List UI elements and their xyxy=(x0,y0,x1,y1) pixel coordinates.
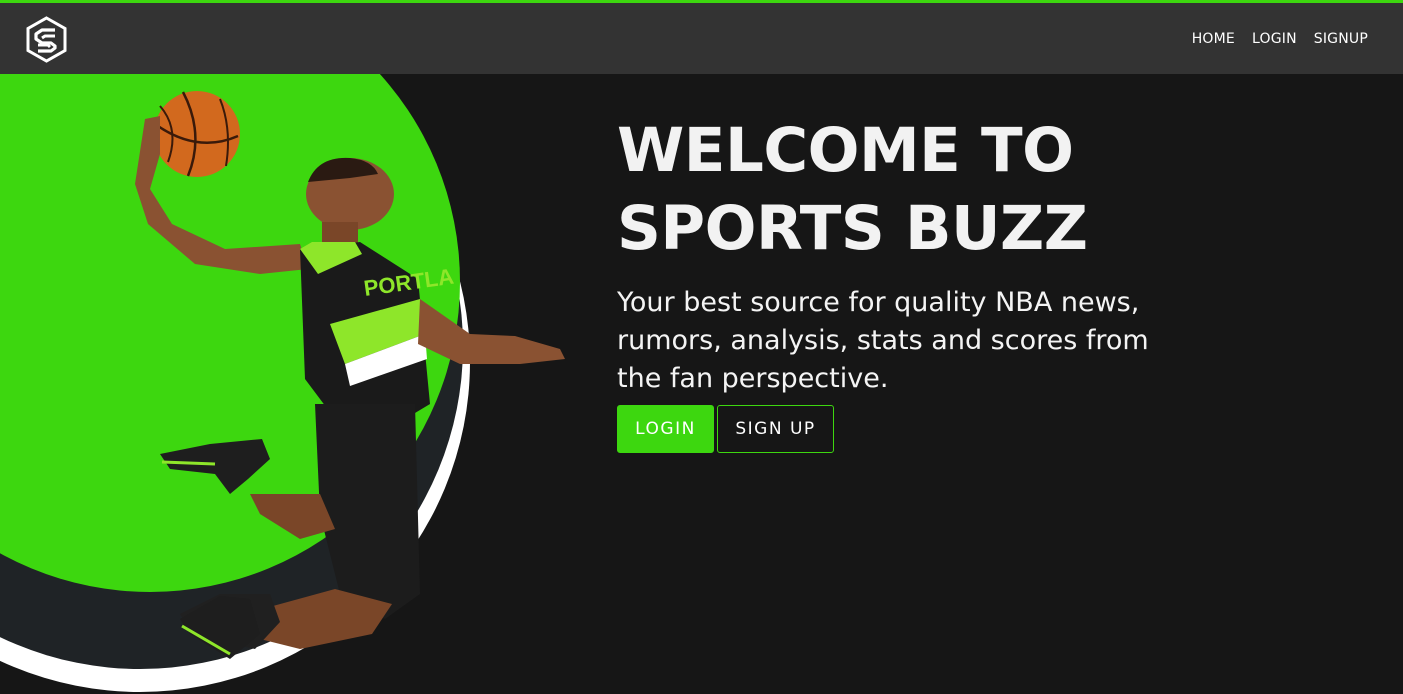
nav-login-link[interactable]: LOGIN xyxy=(1252,31,1297,47)
hero-headline: WELCOME TO SPORTS BUZZ xyxy=(617,112,1237,268)
signup-button[interactable]: SIGN UP xyxy=(717,405,834,453)
hero-cta-group: LOGIN SIGN UP xyxy=(617,405,1237,453)
nav-signup-link[interactable]: SIGNUP xyxy=(1314,31,1368,47)
sports-buzz-logo-icon[interactable] xyxy=(25,16,68,63)
nav-home-link[interactable]: HOME xyxy=(1192,31,1235,47)
navbar: HOME LOGIN SIGNUP xyxy=(0,3,1403,74)
hero-tagline: Your best source for quality NBA news, r… xyxy=(617,287,1149,394)
login-button[interactable]: LOGIN xyxy=(617,405,714,453)
hero-player-image: PORTLA xyxy=(0,74,600,694)
headline-line-2: SPORTS BUZZ xyxy=(617,193,1088,264)
nav-links: HOME LOGIN SIGNUP xyxy=(1192,3,1368,74)
headline-line-1: WELCOME TO xyxy=(617,115,1074,186)
hero-content: WELCOME TO SPORTS BUZZ Your best source … xyxy=(617,112,1237,453)
